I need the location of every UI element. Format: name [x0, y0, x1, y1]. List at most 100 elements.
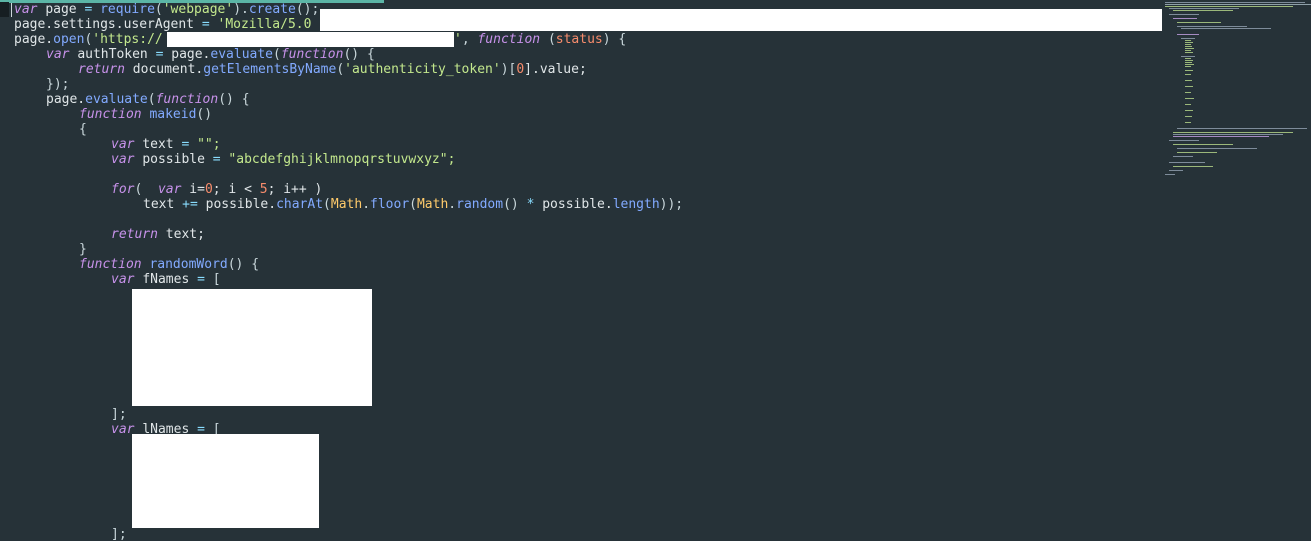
punctuation-token: ( — [273, 47, 281, 62]
minimap-line — [1165, 4, 1311, 5]
operator-token: += — [182, 197, 198, 212]
punctuation-token: ) — [602, 32, 611, 47]
function-token: randomWord — [149, 257, 228, 272]
keyword-token: function — [79, 107, 142, 122]
minimap-line — [1173, 132, 1293, 133]
identifier-token: document. — [132, 62, 204, 77]
function-token: charAt — [276, 197, 324, 212]
code-line: page.settings.userAgent = 'Mozilla/5.0 — [14, 17, 311, 32]
number-token: 0 — [516, 62, 525, 77]
punctuation-token: ]; — [111, 527, 127, 541]
minimap-line — [1185, 40, 1191, 41]
function-token: evaluate — [85, 92, 148, 107]
code-line: }); — [46, 77, 69, 92]
minimap-line — [1181, 28, 1271, 29]
function-token: random — [456, 197, 504, 212]
punctuation-token: . — [362, 197, 371, 212]
identifier-token: possible. — [542, 197, 613, 212]
punctuation-token: }); — [46, 77, 70, 92]
code-line: return text; — [111, 227, 205, 242]
minimap-line — [1169, 14, 1199, 15]
punctuation-token: { — [366, 47, 375, 62]
code-line: page.open('https:// — [14, 32, 163, 47]
code-line: } — [79, 242, 87, 257]
code-line: var fNames = [ — [111, 272, 221, 287]
code-line: return document.getElementsByName('authe… — [78, 62, 587, 77]
identifier-token: page.settings.userAgent — [14, 17, 195, 32]
punctuation-token: ( — [336, 62, 345, 77]
keyword-token: function — [155, 92, 219, 107]
punctuation-token: , — [461, 32, 470, 47]
parameter-token: status — [555, 32, 603, 47]
identifier-token: page — [45, 2, 77, 17]
string-token: 'webpage' — [162, 2, 234, 17]
minimap-line — [1185, 98, 1194, 99]
string-token: 'authenticity_token' — [344, 62, 501, 77]
identifier-token: i= — [189, 182, 205, 197]
minimap-line — [1165, 6, 1293, 7]
keyword-token: for — [111, 182, 135, 197]
punctuation-token: () — [343, 47, 360, 62]
punctuation-token: ). — [233, 2, 249, 17]
keyword-token: var — [111, 272, 135, 287]
punctuation-token: () — [227, 257, 244, 272]
identifier-token: possible — [142, 152, 205, 167]
operator-token: = — [181, 137, 190, 152]
minimap-line — [1173, 156, 1193, 157]
code-line: page.evaluate(function() { — [46, 92, 250, 107]
minimap-line — [1185, 92, 1191, 93]
minimap-line — [1185, 46, 1192, 47]
code-line: { — [79, 122, 87, 137]
punctuation-token: () — [196, 107, 213, 122]
keyword-token: function — [477, 32, 541, 47]
identifier-token: text — [142, 137, 174, 152]
keyword-token: var — [111, 137, 135, 152]
minimap-line — [1173, 136, 1269, 137]
redaction-box — [132, 289, 372, 406]
punctuation-token: (); — [295, 2, 320, 17]
redaction-box — [320, 9, 1162, 31]
identifier-token: ; i++ ) — [267, 182, 323, 197]
minimap-line — [1185, 116, 1192, 117]
keyword-token: var — [111, 152, 135, 167]
redaction-box — [132, 434, 319, 528]
keyword-token: var — [111, 422, 135, 437]
function-token: create — [248, 2, 296, 17]
minimap-line — [1185, 86, 1193, 87]
code-line: ]; — [111, 407, 127, 422]
identifier-token: fNames — [142, 272, 190, 287]
minimap-line — [1185, 70, 1193, 71]
string-token: 'Mozilla/5.0 — [217, 17, 312, 32]
operator-token: = — [212, 152, 221, 167]
function-token: floor — [370, 197, 410, 212]
function-token: require — [100, 2, 155, 17]
minimap-line — [1173, 18, 1197, 19]
minimap-line — [1185, 52, 1193, 53]
keyword-token: var — [14, 2, 38, 17]
minimap-line — [1185, 50, 1191, 51]
keyword-token: return — [78, 62, 125, 77]
punctuation-token: )[ — [500, 62, 517, 77]
property-token: length — [612, 197, 660, 212]
punctuation-token: ( — [547, 32, 556, 47]
punctuation-token: ( — [134, 182, 143, 197]
code-line: var text = ""; — [111, 137, 221, 152]
punctuation-token: ( — [323, 197, 331, 212]
minimap-line — [1185, 66, 1191, 67]
keyword-token: var — [46, 47, 70, 62]
code-line: ]; — [111, 527, 127, 541]
keyword-token: return — [111, 227, 158, 242]
string-token: ""; — [197, 137, 221, 152]
code-line: function randomWord() { — [79, 257, 259, 272]
operator-token: = — [201, 17, 210, 32]
text-cursor — [11, 3, 12, 17]
class-token: Math — [416, 197, 449, 212]
punctuation-token: { — [251, 257, 260, 272]
code-line: for( var i=0; i < 5; i++ ) — [111, 182, 322, 197]
operator-token: * — [526, 197, 535, 212]
code-line: text += possible.charAt(Math.floor(Math.… — [143, 197, 683, 212]
minimap-line — [1173, 166, 1213, 167]
minimap-line — [1185, 58, 1191, 59]
identifier-token: page. — [46, 92, 86, 107]
code-minimap[interactable] — [1163, 0, 1311, 180]
